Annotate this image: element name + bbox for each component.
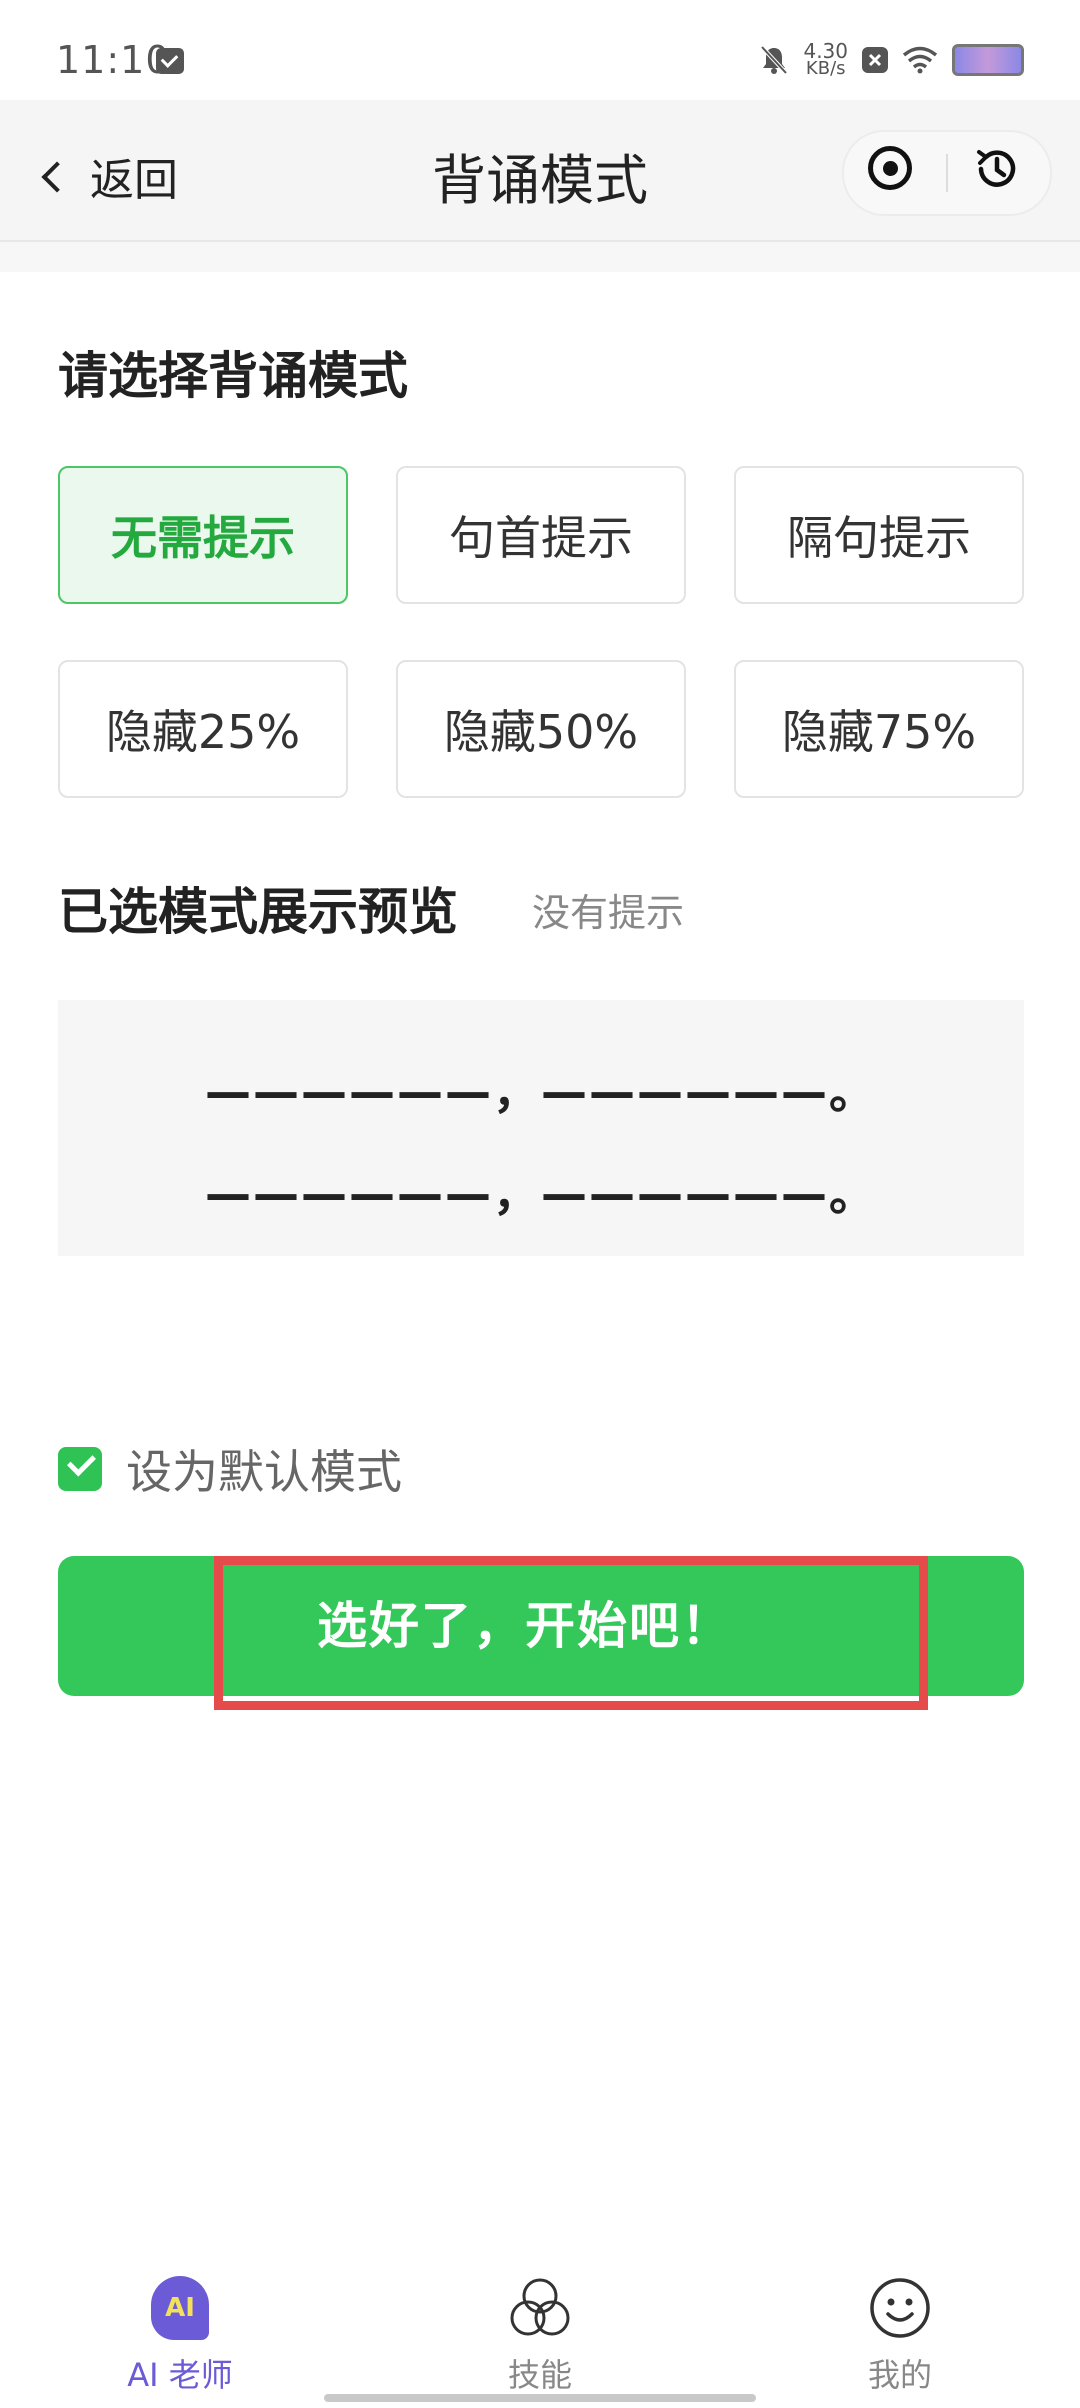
status-time: 11:10 xyxy=(56,38,171,82)
tab-mine[interactable]: 我的 xyxy=(800,2276,1000,2396)
history-icon[interactable] xyxy=(972,144,1022,194)
tab-label: 我的 xyxy=(867,2356,932,2394)
highlight-box xyxy=(214,1556,928,1710)
tab-label: 技能 xyxy=(507,2356,572,2394)
mail-icon xyxy=(156,48,184,74)
capsule-divider xyxy=(946,154,948,192)
preview-box: ——————，——————。 ——————，——————。 xyxy=(58,1000,1024,1256)
mode-option-alternate-line-hint[interactable]: 隔句提示 xyxy=(734,466,1024,604)
mode-option-hide-50[interactable]: 隐藏50% xyxy=(396,660,686,798)
default-mode-checkbox[interactable] xyxy=(58,1447,102,1491)
home-indicator xyxy=(324,2394,756,2402)
skills-icon xyxy=(510,2278,570,2336)
net-speed: 4.30 KB/s xyxy=(803,41,848,79)
mode-option-first-word-hint[interactable]: 句首提示 xyxy=(396,466,686,604)
preview-line: ——————，——————。 xyxy=(205,1167,877,1221)
mode-options: 无需提示 句首提示 隔句提示 隐藏25% 隐藏50% 隐藏75% xyxy=(58,466,1024,798)
preview-line: ——————，——————。 xyxy=(205,1065,877,1119)
status-icons: 4.30 KB/s xyxy=(759,40,1024,80)
default-mode-label: 设为默认模式 xyxy=(126,1445,402,1499)
preview-hint: 没有提示 xyxy=(532,891,685,935)
mute-bell-icon xyxy=(760,45,788,75)
mode-option-no-hint[interactable]: 无需提示 xyxy=(58,466,348,604)
mode-option-hide-75[interactable]: 隐藏75% xyxy=(734,660,1024,798)
tab-label: AI 老师 xyxy=(127,2356,233,2394)
mini-program-capsule xyxy=(842,130,1052,216)
ai-icon-text: AI xyxy=(165,2293,195,2323)
battery-icon xyxy=(952,44,1024,76)
set-default-row[interactable]: 设为默认模式 xyxy=(58,1436,402,1502)
header-shadow xyxy=(0,242,1080,272)
smiley-icon xyxy=(870,2278,930,2338)
net-speed-unit: KB/s xyxy=(805,58,846,79)
preview-section-title: 已选模式展示预览 xyxy=(58,883,458,941)
ai-teacher-icon: AI xyxy=(151,2276,209,2340)
mode-section-title: 请选择背诵模式 xyxy=(58,347,408,405)
nav-header: 返回 背诵模式 xyxy=(0,100,1080,242)
wifi-icon xyxy=(902,46,938,74)
bottom-tab-bar: AI AI 老师 技能 我的 xyxy=(0,2250,1080,2408)
status-bar: 11:10 4.30 KB/s xyxy=(0,0,1080,100)
data-off-icon xyxy=(862,47,888,73)
target-icon[interactable] xyxy=(868,146,912,190)
tab-ai-teacher[interactable]: AI AI 老师 xyxy=(80,2276,280,2396)
tab-skills[interactable]: 技能 xyxy=(440,2276,640,2396)
mode-option-hide-25[interactable]: 隐藏25% xyxy=(58,660,348,798)
